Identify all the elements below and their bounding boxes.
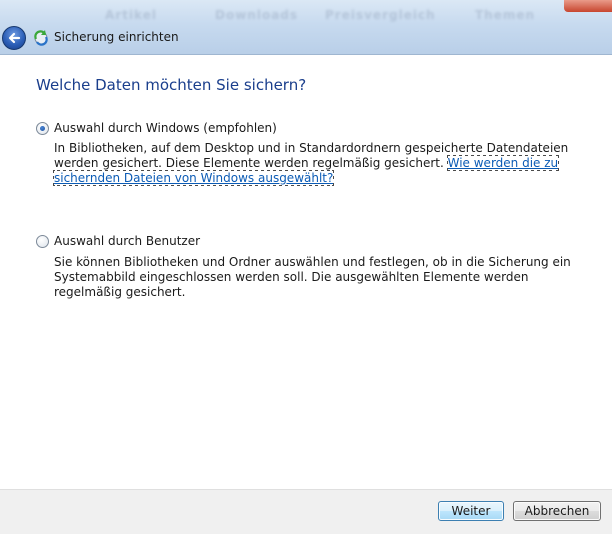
background-blur: Artikel Downloads Preisvergleich Themen: [105, 8, 536, 22]
window-close-button[interactable]: [564, 0, 612, 12]
option-description-user: Sie können Bibliotheken und Ordner auswä…: [54, 255, 571, 299]
radio-user-select[interactable]: [36, 234, 49, 248]
next-button[interactable]: Weiter: [438, 501, 504, 521]
title-bar: Artikel Downloads Preisvergleich Themen …: [0, 0, 612, 55]
window-title: Sicherung einrichten: [54, 30, 179, 44]
backup-icon: [34, 30, 48, 46]
option-windows-select[interactable]: Auswahl durch Windows (empfohlen): [36, 121, 277, 135]
option-label: Auswahl durch Windows (empfohlen): [54, 121, 277, 135]
dialog-footer: Weiter Abbrechen: [0, 489, 612, 534]
back-button[interactable]: [2, 26, 26, 50]
option-user-select[interactable]: Auswahl durch Benutzer: [36, 234, 200, 248]
radio-windows-select[interactable]: [36, 121, 49, 135]
back-arrow-icon: [8, 32, 21, 44]
page-heading: Welche Daten möchten Sie sichern?: [36, 76, 307, 94]
option-label: Auswahl durch Benutzer: [54, 234, 201, 248]
option-description-windows: In Bibliotheken, auf dem Desktop und in …: [52, 141, 580, 186]
radio-selected-dot: [40, 125, 45, 131]
cancel-button[interactable]: Abbrechen: [513, 501, 601, 521]
